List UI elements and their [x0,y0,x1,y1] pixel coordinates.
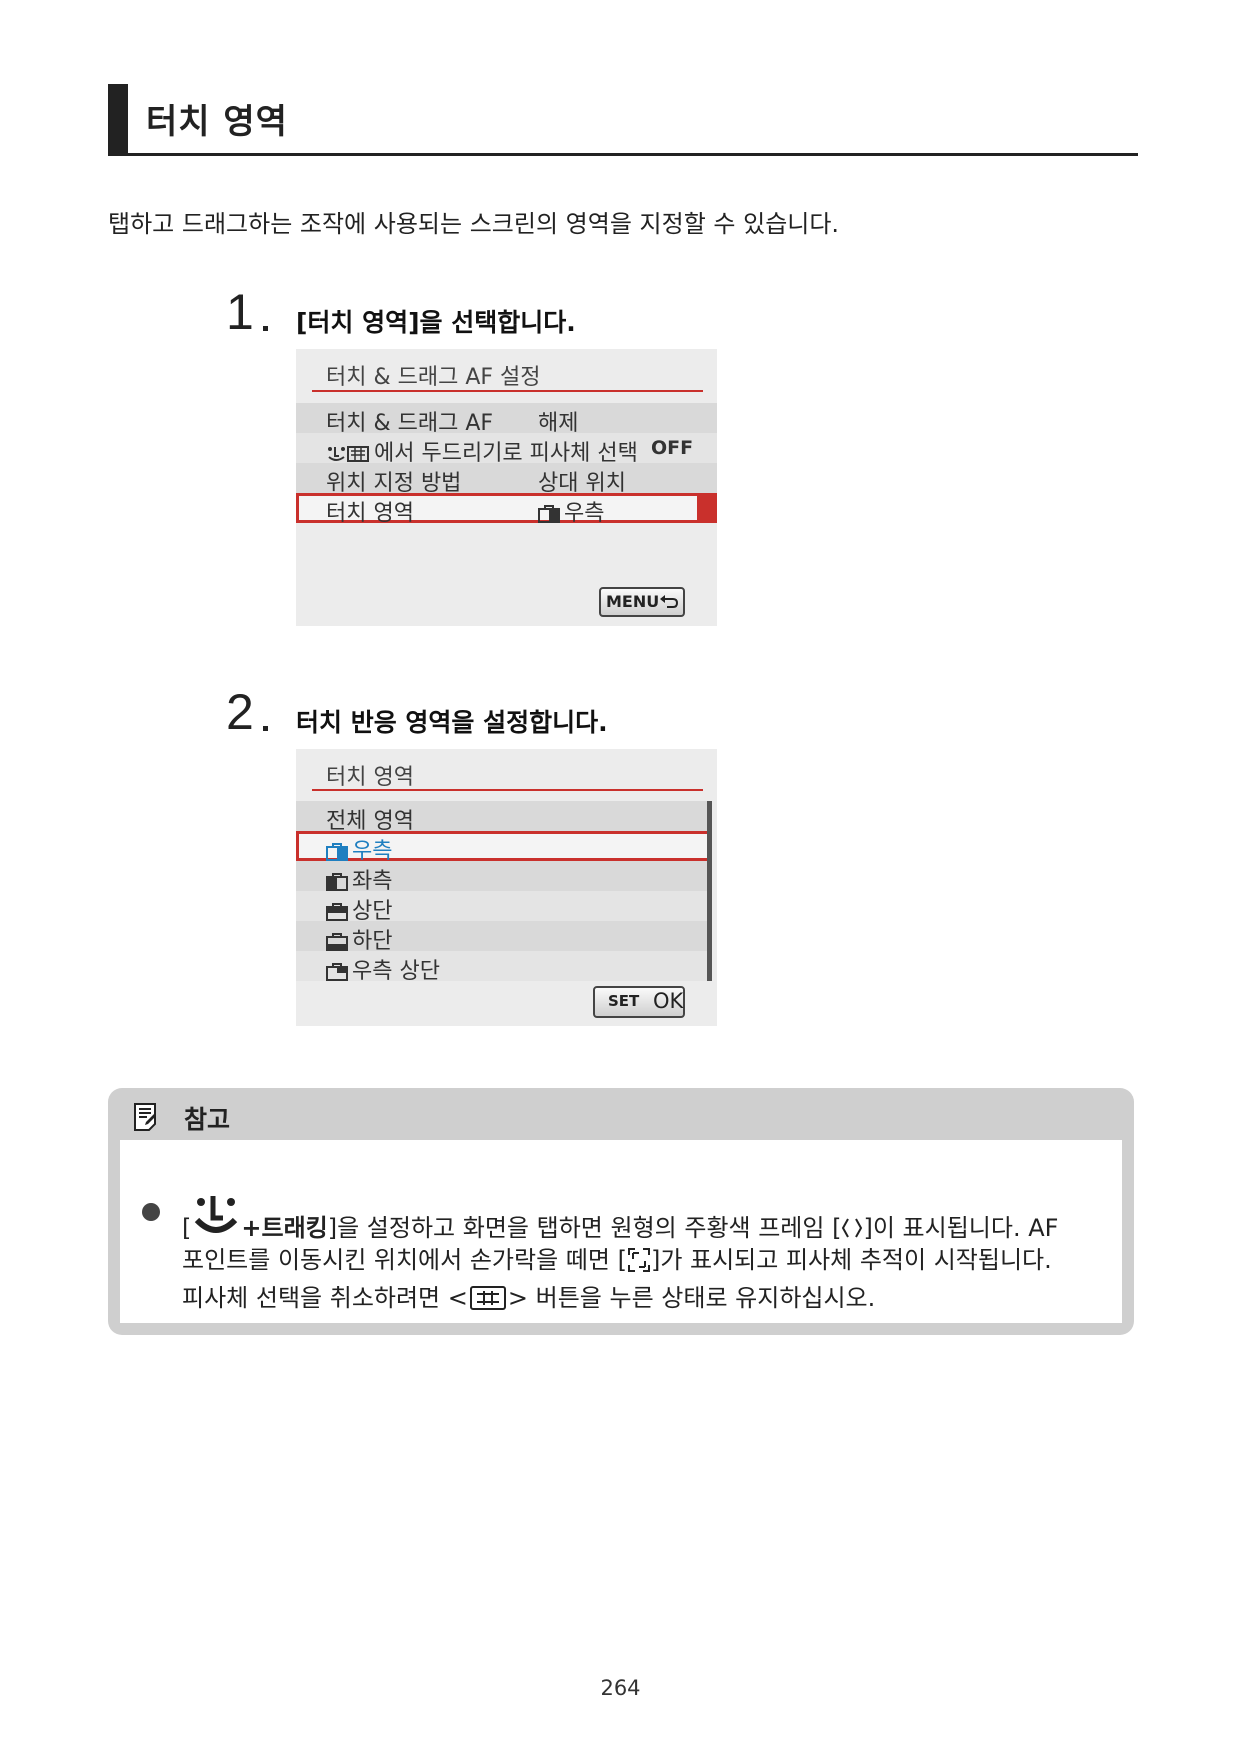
note-text: ]가 표시되고 피사체 추적이 시작됩니다. [650,1246,1052,1274]
face-tracking-af-icon [328,446,369,462]
option-bottom[interactable]: 하단 [296,921,712,954]
note-bold-text: +트래킹 [241,1214,328,1242]
screen-1-header-line [312,390,703,392]
af-point-selection-button-icon [469,1286,506,1310]
heading-bar [108,84,128,153]
option-label: 우측 상단 [352,959,440,984]
note-line-1: [ +트래킹]을 설정하고 화면을 탭하면 원형의 주황색 프레임 [ ]이 표… [182,1190,1058,1243]
note-text: 포인트를 이동시킨 위치에서 손가락을 떼면 [ [182,1246,627,1274]
scrollbar[interactable] [707,801,712,981]
touch-area-right-icon [538,505,560,523]
face-tracking-icon [195,1196,238,1233]
step-1-text: [터치 영역]을 선택합니다. [296,308,576,337]
step-1-number: 1 [226,284,254,340]
note-body: [ +트래킹]을 설정하고 화면을 탭하면 원형의 주황색 프레임 [ ]이 표… [120,1140,1122,1323]
ok-label: OK [653,989,684,1013]
note-title: 참고 [184,1105,231,1134]
step-2-dot [263,726,268,731]
touch-area-left-icon [326,873,348,891]
note-text: [ [182,1214,192,1242]
screen-2-header-line [312,789,703,791]
set-label: SET [608,992,640,1010]
note-text: > 버튼을 누른 상태로 유지하십시오. [507,1284,876,1312]
tracking-frame-icon [627,1248,650,1272]
menu-row-value-wrap: 우측 [538,495,604,527]
note-line-3: 피사체 선택을 취소하려면 < > 버튼을 누른 상태로 유지하십시오. [182,1278,875,1313]
bullet-dot [142,1203,160,1221]
return-icon [660,595,679,608]
option-right-selected[interactable]: 우측 [296,831,712,864]
menu-row-value: 우측 [564,501,605,526]
section-heading: 터치 영역 [108,84,1138,156]
note-text: ]을 설정하고 화면을 탭하면 원형의 주황색 프레임 [ [327,1214,842,1242]
note-text: 피사체 선택을 취소하려면 < [182,1284,468,1312]
menu-row-position-method[interactable]: 위치 지정 방법 상대 위치 [296,463,717,496]
step-1-dot [263,326,268,331]
menu-row-touch-drag-af[interactable]: 터치 & 드래그 AF 해제 [296,403,717,436]
menu-back-button[interactable]: MENU [599,587,685,617]
menu-row-touch-area-selected[interactable]: 터치 영역 우측 [296,493,717,526]
touch-area-top-icon [326,903,348,921]
page-title: 터치 영역 [146,102,288,142]
option-top[interactable]: 상단 [296,891,712,924]
option-top-right[interactable]: 우측 상단 [296,951,712,984]
menu-row-label: 터치 영역 [326,501,414,526]
note-line-2: 포인트를 이동시킨 위치에서 손가락을 떼면 [ ]가 표시되고 피사체 추적이… [182,1240,1052,1275]
screen-2-header: 터치 영역 [326,765,414,790]
menu-row-value: OFF [651,437,694,459]
option-label-wrap: 우측 상단 [326,953,440,985]
circular-frame-icon [842,1218,863,1238]
step-2-number: 2 [226,684,254,740]
page-number: 264 [600,1676,641,1700]
menu-button-label: MENU [606,592,660,611]
touch-area-right-icon [326,843,348,861]
note-box: 참고 [ +트래킹]을 설정하고 화면을 탭하면 원형의 주황색 프레임 [ ]… [108,1088,1134,1335]
menu-screen-touch-drag-settings: 터치 & 드래그 AF 설정 터치 & 드래그 AF 해제 에서 두드리기로 피… [296,349,717,626]
memo-icon [134,1103,156,1131]
option-full-area[interactable]: 전체 영역 [296,801,712,834]
screen-1-header: 터치 & 드래그 AF 설정 [326,365,541,390]
touch-area-bottom-icon [326,933,348,951]
touch-area-top-right-icon [326,963,348,981]
menu-screen-touch-area: 터치 영역 전체 영역 우측 좌측 상단 하단 우측 상단 SET OK [296,749,717,1026]
set-ok-button[interactable]: SET OK [593,986,685,1018]
note-text: ]이 표시됩니다. AF [863,1214,1059,1242]
step-2-text: 터치 반응 영역을 설정합니다. [296,708,608,737]
option-left[interactable]: 좌측 [296,861,712,894]
intro-text: 탭하고 드래그하는 조작에 사용되는 스크린의 영역을 지정할 수 있습니다. [108,210,840,238]
menu-row-tap-select-subject[interactable]: 에서 두드리기로 피사체 선택 OFF [296,433,717,466]
